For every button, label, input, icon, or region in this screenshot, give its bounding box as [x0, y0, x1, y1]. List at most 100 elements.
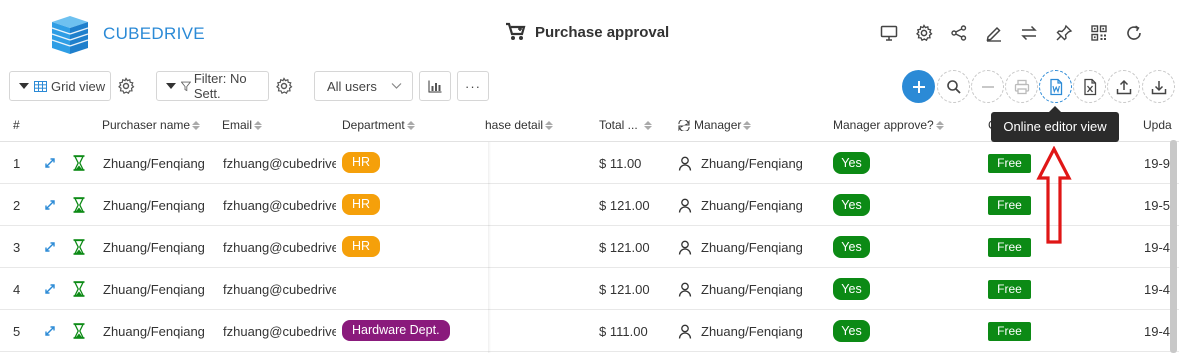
- expand-icon[interactable]: [43, 156, 57, 170]
- view-settings-gear-icon[interactable]: [117, 77, 135, 95]
- manager-cell[interactable]: Zhuang/Fenqiang: [701, 240, 803, 255]
- table-row[interactable]: 3 Zhuang/Fenqiang fzhuang@cubedrive HR $ 121…: [0, 226, 1179, 268]
- purchaser-name-cell[interactable]: Zhuang/Fenqiang: [103, 324, 205, 339]
- expand-icon[interactable]: [43, 324, 57, 338]
- updated-cell[interactable]: 19-4: [1144, 282, 1170, 297]
- cubedrive-logo: [51, 16, 89, 54]
- col-header-email[interactable]: Email: [222, 118, 263, 132]
- app-header: CUBEDRIVE Purchase approval: [0, 0, 1179, 66]
- approve-tag[interactable]: Yes: [833, 152, 870, 174]
- col-header-manager-approve[interactable]: Manager approve?: [833, 118, 944, 132]
- swap-icon[interactable]: [1018, 22, 1040, 44]
- updated-cell[interactable]: 19-4: [1144, 324, 1170, 339]
- manager-cell[interactable]: Zhuang/Fenqiang: [701, 282, 803, 297]
- hourglass-icon[interactable]: [72, 239, 86, 255]
- total-cell[interactable]: $ 11.00: [599, 156, 641, 171]
- header-actions: [878, 22, 1145, 44]
- approve-tag[interactable]: Yes: [833, 236, 870, 258]
- users-select[interactable]: All users: [314, 71, 413, 101]
- row-number: 2: [13, 198, 21, 213]
- total-cell[interactable]: $ 121.00: [599, 198, 650, 213]
- pin-icon[interactable]: [1053, 22, 1075, 44]
- qrcode-icon[interactable]: [1088, 22, 1110, 44]
- free-tag[interactable]: Free: [988, 280, 1031, 299]
- gear-icon[interactable]: [913, 22, 935, 44]
- table-row[interactable]: 5 Zhuang/Fenqiang fzhuang@cubedrive Hardwar…: [0, 310, 1179, 352]
- online-editor-view-button[interactable]: [1039, 70, 1072, 103]
- hourglass-icon[interactable]: [72, 281, 86, 297]
- approve-tag[interactable]: Yes: [833, 194, 870, 216]
- manager-cell[interactable]: Zhuang/Fenqiang: [701, 198, 803, 213]
- add-record-button[interactable]: [902, 70, 935, 103]
- col-header-manager-approve-label: Manager approve?: [833, 118, 934, 132]
- total-cell[interactable]: $ 121.00: [599, 240, 650, 255]
- email-cell[interactable]: fzhuang@cubedrive: [223, 240, 336, 255]
- excel-export-button[interactable]: [1073, 70, 1106, 103]
- share-icon[interactable]: [948, 22, 970, 44]
- caret-down-icon: [19, 83, 29, 89]
- purchaser-name-cell[interactable]: Zhuang/Fenqiang: [103, 240, 205, 255]
- more-button[interactable]: ···: [457, 71, 489, 101]
- free-tag[interactable]: Free: [988, 322, 1031, 341]
- hourglass-icon[interactable]: [72, 197, 86, 213]
- col-header-num[interactable]: #: [13, 118, 20, 132]
- col-header-updated[interactable]: Upda: [1143, 118, 1172, 132]
- sort-icon: [935, 120, 944, 130]
- filter-dropdown[interactable]: Filter: No Sett.: [156, 71, 269, 101]
- user-icon: [678, 240, 692, 255]
- print-button[interactable]: [1005, 70, 1038, 103]
- delete-record-button[interactable]: [971, 70, 1004, 103]
- table-row[interactable]: 1 Zhuang/Fenqiang fzhuang@cubedrive HR $ 11.…: [0, 142, 1179, 184]
- table-row[interactable]: 4 Zhuang/Fenqiang fzhuang@cubedrive $ 121.0…: [0, 268, 1179, 310]
- sort-icon: [743, 120, 752, 130]
- updated-cell[interactable]: 19-9: [1144, 156, 1170, 171]
- free-tag[interactable]: Free: [988, 196, 1031, 215]
- department-tag[interactable]: HR: [342, 236, 381, 257]
- hourglass-icon[interactable]: [72, 323, 86, 339]
- total-cell[interactable]: $ 121.00: [599, 282, 650, 297]
- upload-button[interactable]: [1107, 70, 1140, 103]
- department-tag[interactable]: HR: [342, 194, 381, 215]
- col-header-department[interactable]: Department: [342, 118, 415, 132]
- approve-tag[interactable]: Yes: [833, 320, 870, 342]
- link-field-icon: [678, 119, 690, 131]
- updated-cell[interactable]: 19-4: [1144, 240, 1170, 255]
- email-cell[interactable]: fzhuang@cubedrive: [223, 282, 336, 297]
- brand-name: CUBEDRIVE: [103, 24, 205, 43]
- edit-icon[interactable]: [983, 22, 1005, 44]
- refresh-icon[interactable]: [1123, 22, 1145, 44]
- user-icon: [678, 156, 692, 171]
- hourglass-icon[interactable]: [72, 155, 86, 171]
- email-cell[interactable]: fzhuang@cubedrive: [223, 324, 336, 339]
- col-header-manager[interactable]: Manager: [678, 118, 752, 132]
- filter-settings-gear-icon[interactable]: [275, 77, 293, 95]
- department-tag[interactable]: Hardware Dept.: [342, 320, 450, 341]
- expand-icon[interactable]: [43, 282, 57, 296]
- col-header-purchase-detail[interactable]: hase detail: [485, 118, 554, 132]
- purchaser-name-cell[interactable]: Zhuang/Fenqiang: [103, 282, 205, 297]
- vertical-scrollbar[interactable]: [1170, 140, 1177, 353]
- manager-cell[interactable]: Zhuang/Fenqiang: [701, 324, 803, 339]
- purchaser-name-cell[interactable]: Zhuang/Fenqiang: [103, 156, 205, 171]
- download-button[interactable]: [1142, 70, 1175, 103]
- desktop-icon[interactable]: [878, 22, 900, 44]
- purchaser-name-cell[interactable]: Zhuang/Fenqiang: [103, 198, 205, 213]
- total-cell[interactable]: $ 111.00: [599, 324, 648, 339]
- email-cell[interactable]: fzhuang@cubedrive: [223, 198, 336, 213]
- bar-chart-icon: [428, 80, 442, 93]
- expand-icon[interactable]: [43, 240, 57, 254]
- expand-icon[interactable]: [43, 198, 57, 212]
- approve-tag[interactable]: Yes: [833, 278, 870, 300]
- chart-button[interactable]: [419, 71, 451, 101]
- table-row[interactable]: 2 Zhuang/Fenqiang fzhuang@cubedrive HR $ 121…: [0, 184, 1179, 226]
- email-cell[interactable]: fzhuang@cubedrive: [223, 156, 336, 171]
- free-tag[interactable]: Free: [988, 154, 1031, 173]
- grid-view-dropdown[interactable]: Grid view: [9, 71, 111, 101]
- manager-cell[interactable]: Zhuang/Fenqiang: [701, 156, 803, 171]
- search-button[interactable]: [937, 70, 970, 103]
- free-tag[interactable]: Free: [988, 238, 1031, 257]
- col-header-purchaser[interactable]: Purchaser name: [102, 118, 201, 132]
- col-header-total[interactable]: Total ...: [599, 118, 652, 132]
- department-tag[interactable]: HR: [342, 152, 381, 173]
- updated-cell[interactable]: 19-5: [1144, 198, 1170, 213]
